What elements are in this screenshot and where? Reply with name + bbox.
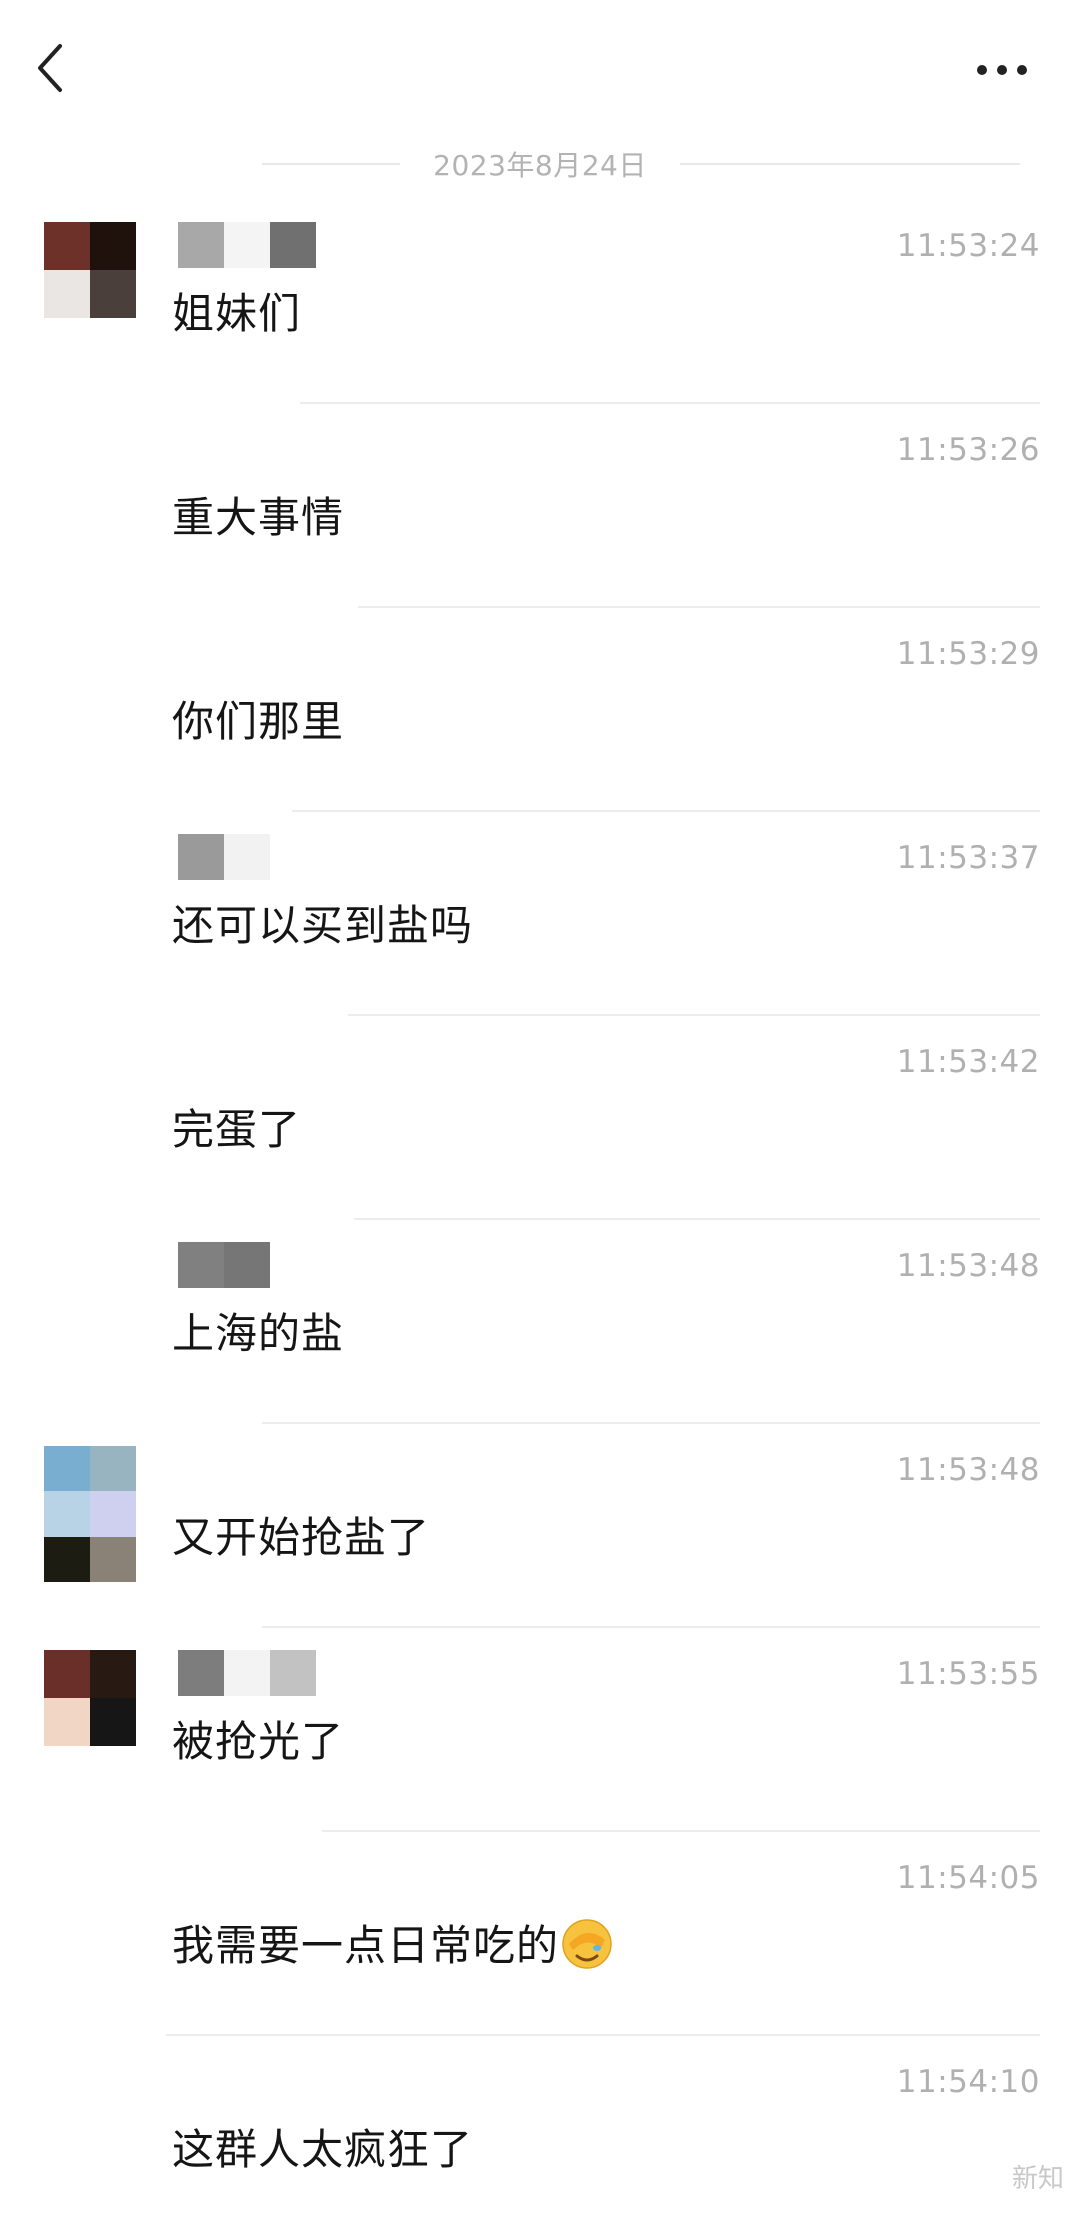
message-text: 上海的盐 xyxy=(172,1309,345,1358)
message-body: 又开始抢盐了 xyxy=(172,1504,430,1565)
message-text: 我需要一点日常吃的 xyxy=(172,1921,560,1970)
name-mosaic-block xyxy=(224,1650,270,1696)
message-text: 被抢光了 xyxy=(172,1717,345,1766)
message-text: 又开始抢盐了 xyxy=(172,1513,431,1562)
message-item[interactable]: 11:53:48 又开始抢盐了 xyxy=(0,1424,1080,1628)
message-item[interactable]: 11:53:29 你们那里 xyxy=(0,608,1080,812)
message-timestamp: 11:53:48 xyxy=(896,1452,1040,1488)
message-timestamp: 11:53:55 xyxy=(896,1656,1040,1692)
message-timestamp: 11:53:24 xyxy=(896,228,1040,264)
name-mosaic-block xyxy=(224,222,270,268)
name-mosaic-block xyxy=(224,1242,270,1288)
chevron-left-icon xyxy=(38,44,62,92)
face-palm-emoji-icon xyxy=(562,1919,612,1969)
avatar-mosaic-cell xyxy=(44,222,90,270)
message-body: 完蛋了 xyxy=(172,1096,301,1157)
watermark: 新知 xyxy=(1011,2164,1064,2194)
name-mosaic-block xyxy=(270,1650,316,1696)
message-text: 姐妹们 xyxy=(172,289,302,338)
sender-avatar[interactable] xyxy=(44,222,136,318)
message-timestamp: 11:53:37 xyxy=(896,840,1040,876)
message-timestamp: 11:53:48 xyxy=(896,1248,1040,1284)
message-body: 姐妹们 xyxy=(172,280,301,341)
message-timestamp: 11:53:26 xyxy=(896,432,1040,468)
message-body: 你们那里 xyxy=(172,688,344,749)
name-mosaic-block xyxy=(224,834,270,880)
message-item[interactable]: 11:54:10 这群人太疯狂了 xyxy=(0,2036,1080,2240)
message-item[interactable]: 11:53:48 上海的盐 xyxy=(0,1220,1080,1424)
sender-name-censored xyxy=(178,1242,270,1288)
avatar-mosaic-cell xyxy=(90,270,136,318)
date-separator-text: 2023年8月24日 xyxy=(433,149,647,182)
avatar-mosaic-cell xyxy=(44,1698,90,1746)
name-mosaic-block xyxy=(178,1242,224,1288)
message-timestamp: 11:54:05 xyxy=(896,1860,1040,1896)
message-item[interactable]: 11:53:26 重大事情 xyxy=(0,404,1080,608)
avatar-mosaic-cell xyxy=(44,270,90,318)
name-mosaic-block xyxy=(270,222,316,268)
message-item[interactable]: 11:53:37 还可以买到盐吗 xyxy=(0,812,1080,1016)
message-timestamp: 11:53:42 xyxy=(896,1044,1040,1080)
message-item[interactable]: 11:53:42 完蛋了 xyxy=(0,1016,1080,1220)
message-timestamp: 11:53:29 xyxy=(896,636,1040,672)
message-item[interactable]: 11:53:24 姐妹们 xyxy=(0,200,1080,404)
back-button[interactable] xyxy=(30,38,76,98)
avatar-mosaic-cell xyxy=(90,1698,136,1746)
avatar-mosaic-cell xyxy=(90,1446,136,1492)
message-item[interactable]: 11:54:05 我需要一点日常吃的 xyxy=(0,1832,1080,2036)
message-body: 这群人太疯狂了 xyxy=(172,2116,473,2177)
message-text: 这群人太疯狂了 xyxy=(172,2125,474,2174)
name-mosaic-block xyxy=(178,222,224,268)
avatar-mosaic-cell xyxy=(90,1650,136,1698)
avatar-mosaic-cell xyxy=(44,1446,90,1492)
avatar-mosaic-cell xyxy=(44,1650,90,1698)
message-text: 完蛋了 xyxy=(172,1105,302,1154)
sender-avatar[interactable] xyxy=(44,1650,136,1746)
message-body: 还可以买到盐吗 xyxy=(172,892,473,953)
sender-name-censored xyxy=(178,1650,316,1696)
date-separator-line-left xyxy=(262,163,400,165)
message-list: 11:53:24 姐妹们 11:53:26 重大事情 11:53:29 你们那里 11:53… xyxy=(0,200,1080,2240)
avatar-mosaic-cell xyxy=(90,222,136,270)
message-item[interactable]: 11:53:55 被抢光了 xyxy=(0,1628,1080,1832)
message-body: 重大事情 xyxy=(172,484,344,545)
message-text: 你们那里 xyxy=(172,697,345,746)
avatar-mosaic-cell xyxy=(44,1536,90,1582)
chat-header xyxy=(0,0,1080,130)
date-separator-line-right xyxy=(680,163,1020,165)
name-mosaic-block xyxy=(178,834,224,880)
sender-name-censored xyxy=(178,834,270,880)
name-mosaic-block xyxy=(178,1650,224,1696)
message-text: 还可以买到盐吗 xyxy=(172,901,474,950)
message-text: 重大事情 xyxy=(172,493,345,542)
sender-avatar[interactable] xyxy=(44,1446,136,1582)
message-body: 被抢光了 xyxy=(172,1708,344,1769)
message-body: 上海的盐 xyxy=(172,1300,344,1361)
date-separator: 2023年8月24日 xyxy=(0,138,1080,190)
sender-name-censored xyxy=(178,222,316,268)
avatar-mosaic-cell xyxy=(44,1491,90,1537)
more-button[interactable] xyxy=(968,52,1038,88)
message-body: 我需要一点日常吃的 xyxy=(172,1912,613,1973)
message-timestamp: 11:54:10 xyxy=(896,2064,1040,2100)
avatar-mosaic-cell xyxy=(90,1491,136,1537)
avatar-mosaic-cell xyxy=(90,1536,136,1582)
more-dots-icon xyxy=(977,65,1027,75)
